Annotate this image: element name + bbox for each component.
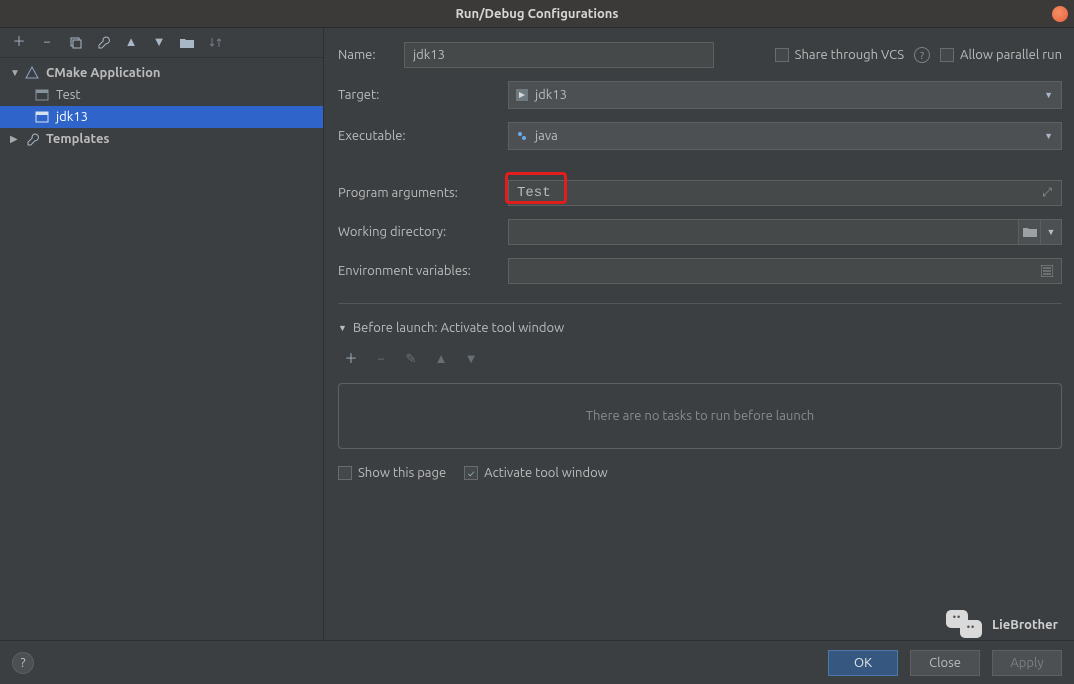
working-dir-dropdown[interactable]: ▼ xyxy=(1040,219,1062,245)
down-icon[interactable]: ▼ xyxy=(152,36,166,50)
name-label: Name: xyxy=(338,48,394,62)
up-icon[interactable]: ▲ xyxy=(124,36,138,50)
tree-item-jdk13[interactable]: jdk13 xyxy=(0,106,323,128)
tree-group-label: CMake Application xyxy=(46,66,161,80)
tree-item-label: Test xyxy=(56,88,81,102)
executable-value: java xyxy=(535,129,558,143)
config-tree: ▼ CMake Application Test jdk13 ▶ xyxy=(0,58,323,640)
tree-templates[interactable]: ▶ Templates xyxy=(0,128,323,150)
target-value: jdk13 xyxy=(535,88,567,102)
wrench-icon[interactable] xyxy=(96,36,110,50)
separator xyxy=(338,303,1062,304)
name-row: Name: Share through VCS ? Allow parallel… xyxy=(338,42,1062,68)
window-title: Run/Debug Configurations xyxy=(455,7,618,21)
chevron-down-icon: ▼ xyxy=(1044,90,1053,100)
bl-options-row: Show this page ✓ Activate tool window xyxy=(338,466,1062,480)
activate-tool-window-label: Activate tool window xyxy=(484,466,608,480)
working-dir-row: Working directory: ▼ xyxy=(338,219,1062,245)
tree-item-label: jdk13 xyxy=(56,110,88,124)
show-this-page-checkbox[interactable]: Show this page xyxy=(338,466,446,480)
footer: ? OK Close Apply xyxy=(0,640,1074,684)
content-area: ＋ − ▲ ▼ ▼ CMake Application xyxy=(0,28,1074,640)
form-panel: Name: Share through VCS ? Allow parallel… xyxy=(324,28,1074,640)
add-icon[interactable]: ＋ xyxy=(344,352,358,366)
checkbox-checked-icon: ✓ xyxy=(464,466,478,480)
share-vcs-checkbox[interactable]: Share through VCS xyxy=(775,48,904,62)
help-button[interactable]: ? xyxy=(12,652,34,674)
working-dir-label: Working directory: xyxy=(338,225,508,239)
app-icon xyxy=(515,89,529,101)
sort-icon[interactable] xyxy=(208,36,222,50)
sidebar: ＋ − ▲ ▼ ▼ CMake Application xyxy=(0,28,324,640)
activate-tool-window-checkbox[interactable]: ✓ Activate tool window xyxy=(464,466,608,480)
tree-item-test[interactable]: Test xyxy=(0,84,323,106)
allow-parallel-label: Allow parallel run xyxy=(960,48,1062,62)
env-label: Environment variables: xyxy=(338,264,508,278)
program-args-input[interactable] xyxy=(508,180,1062,206)
help-icon[interactable]: ? xyxy=(914,47,930,63)
target-dropdown[interactable]: jdk13 ▼ xyxy=(508,81,1062,109)
show-this-page-label: Show this page xyxy=(358,466,446,480)
chevron-right-icon: ▶ xyxy=(10,133,20,145)
target-label: Target: xyxy=(338,88,508,102)
apply-button[interactable]: Apply xyxy=(992,650,1062,676)
executable-icon xyxy=(515,129,529,143)
before-launch-empty: There are no tasks to run before launch xyxy=(586,409,814,423)
executable-row: Executable: java ▼ xyxy=(338,122,1062,150)
edit-icon[interactable]: ✎ xyxy=(404,352,418,366)
executable-label: Executable: xyxy=(338,129,508,143)
close-icon[interactable] xyxy=(1052,6,1068,22)
folder-icon[interactable] xyxy=(180,36,194,50)
working-dir-input[interactable] xyxy=(508,219,1019,245)
checkbox-icon xyxy=(775,48,789,62)
checkbox-icon xyxy=(338,466,352,480)
allow-parallel-checkbox[interactable]: Allow parallel run xyxy=(940,48,1062,62)
remove-icon[interactable]: − xyxy=(40,36,54,50)
config-icon xyxy=(34,110,50,124)
before-launch-header[interactable]: ▼ Before launch: Activate tool window xyxy=(338,321,1062,335)
program-args-label: Program arguments: xyxy=(338,186,508,200)
before-launch-toolbar: ＋ − ✎ ▲ ▼ xyxy=(338,348,1062,370)
executable-dropdown[interactable]: java ▼ xyxy=(508,122,1062,150)
chevron-down-icon: ▼ xyxy=(338,323,347,333)
checkbox-icon xyxy=(940,48,954,62)
ok-button[interactable]: OK xyxy=(828,650,898,676)
share-vcs-label: Share through VCS xyxy=(795,48,904,62)
env-input[interactable] xyxy=(508,258,1062,284)
close-button[interactable]: Close xyxy=(910,650,980,676)
target-row: Target: jdk13 ▼ xyxy=(338,81,1062,109)
sidebar-toolbar: ＋ − ▲ ▼ xyxy=(0,28,323,58)
name-input[interactable] xyxy=(404,42,714,68)
chevron-down-icon: ▼ xyxy=(1044,131,1053,141)
list-icon[interactable] xyxy=(1038,262,1056,280)
config-icon xyxy=(34,88,50,102)
browse-folder-button[interactable] xyxy=(1018,219,1040,245)
down-icon[interactable]: ▼ xyxy=(464,352,478,366)
title-bar: Run/Debug Configurations xyxy=(0,0,1074,28)
tree-templates-label: Templates xyxy=(46,132,110,146)
copy-icon[interactable] xyxy=(68,36,82,50)
before-launch-panel: There are no tasks to run before launch xyxy=(338,383,1062,449)
wrench-icon xyxy=(24,133,40,146)
chevron-down-icon: ▼ xyxy=(10,67,20,79)
expand-icon[interactable]: ⤢ xyxy=(1038,184,1056,202)
add-icon[interactable]: ＋ xyxy=(12,36,26,50)
up-icon[interactable]: ▲ xyxy=(434,352,448,366)
env-row: Environment variables: xyxy=(338,258,1062,284)
tree-group-cmake[interactable]: ▼ CMake Application xyxy=(0,62,323,84)
before-launch-label: Before launch: Activate tool window xyxy=(353,321,564,335)
program-args-row: Program arguments: ⤢ xyxy=(338,180,1062,206)
cmake-icon xyxy=(24,66,40,80)
remove-icon[interactable]: − xyxy=(374,352,388,366)
